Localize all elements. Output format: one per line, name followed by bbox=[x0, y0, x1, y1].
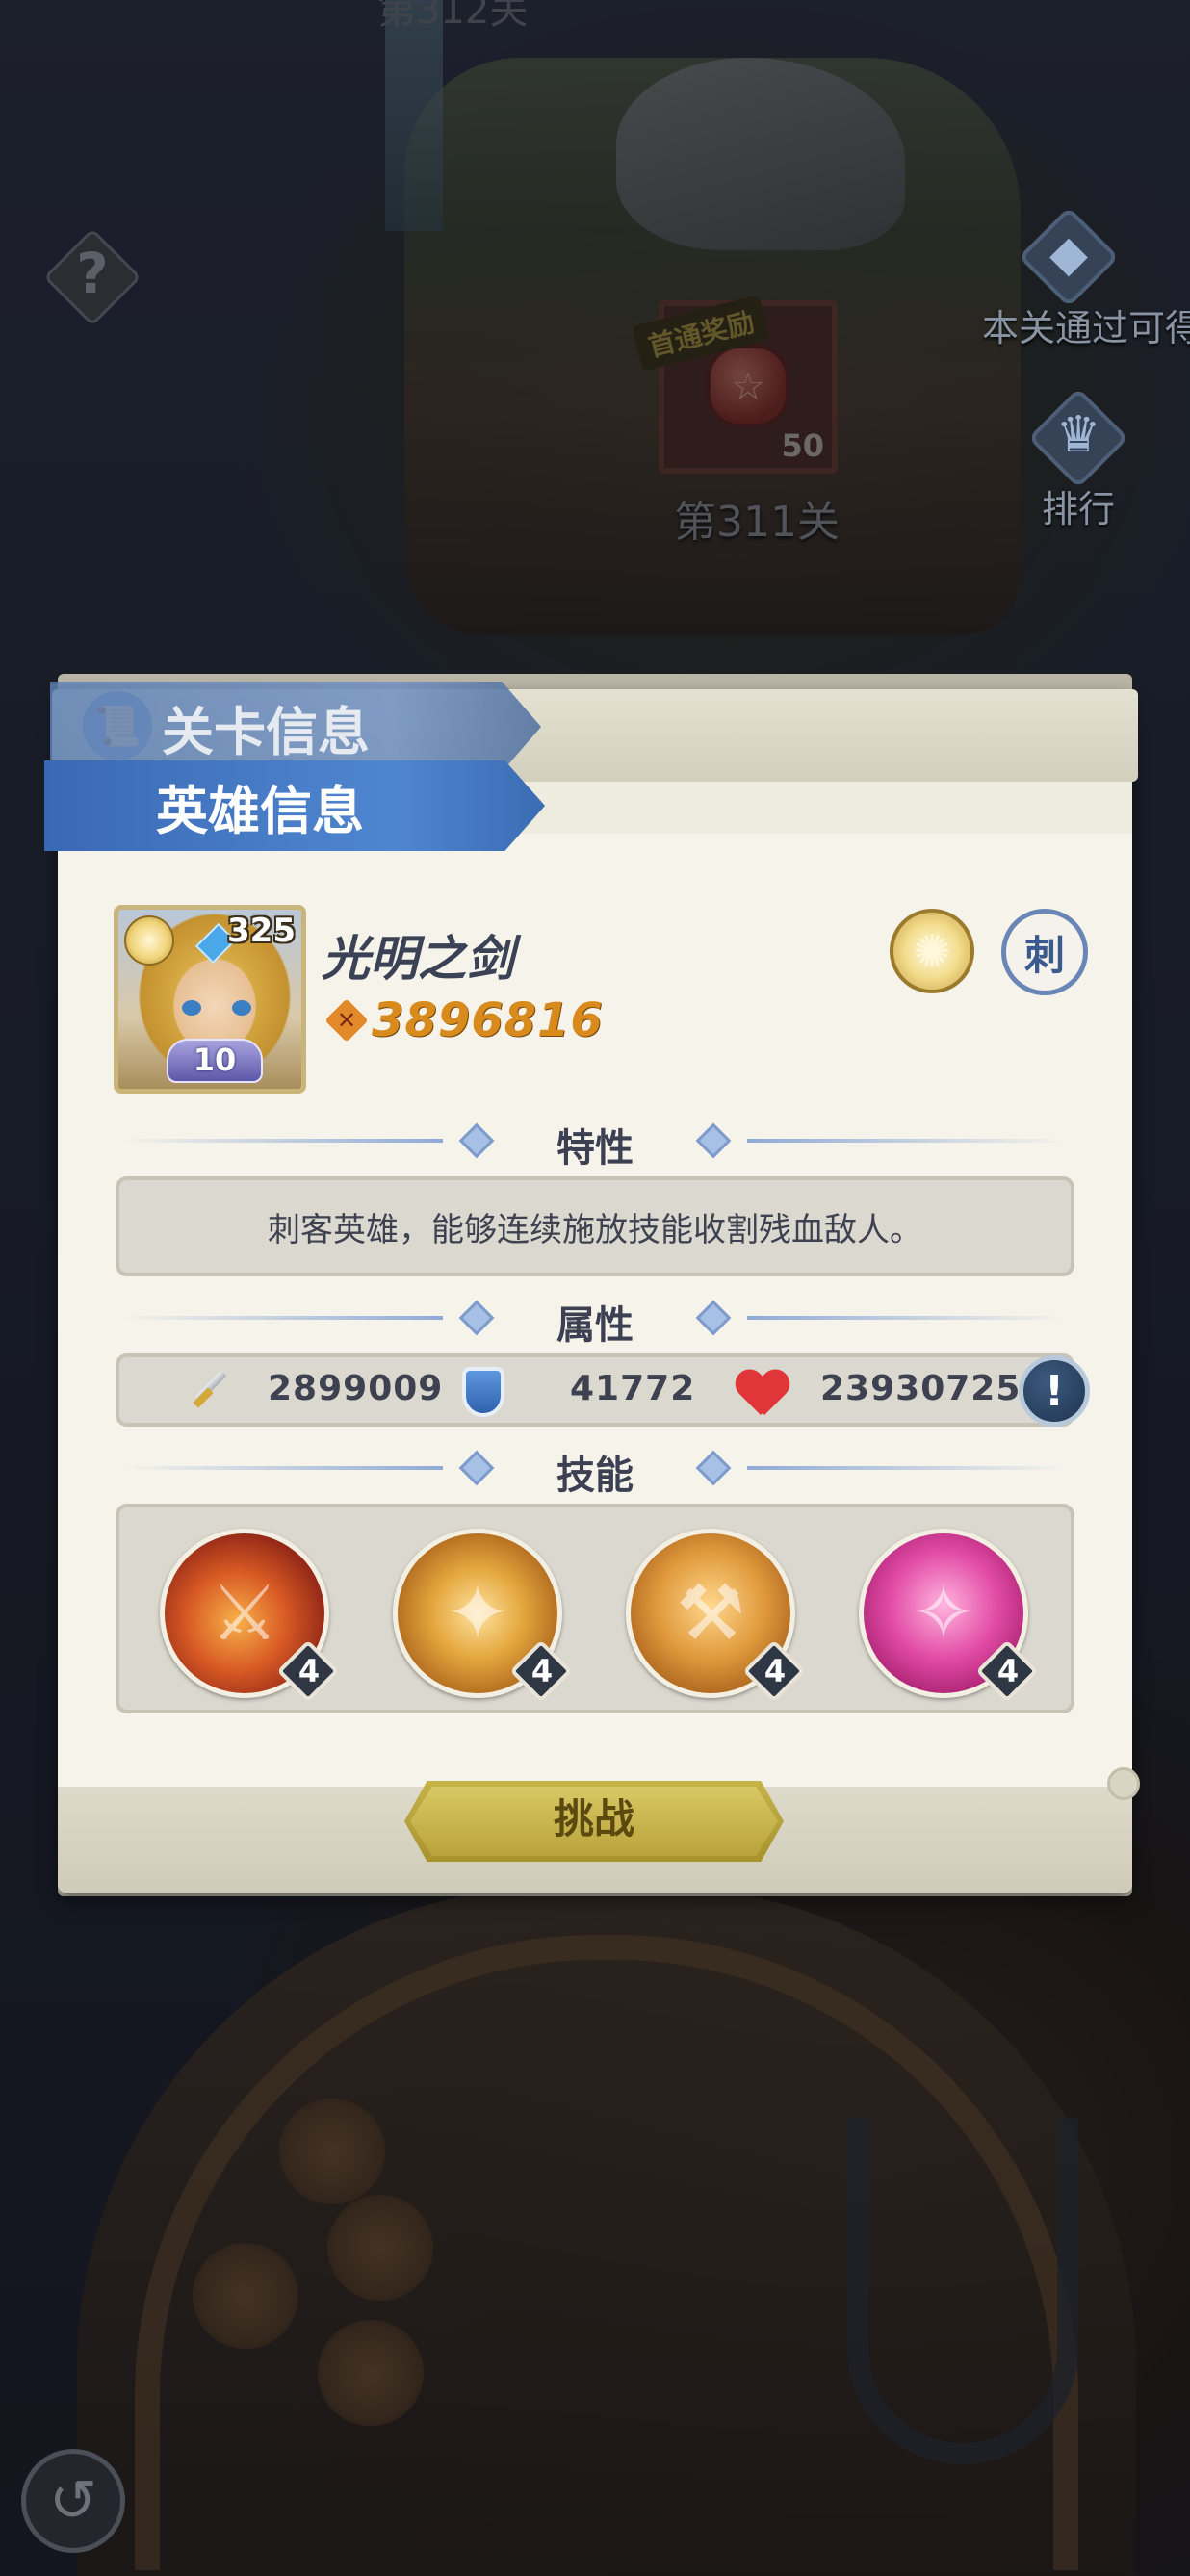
section-trait: 特性 bbox=[125, 1117, 1065, 1171]
back-button[interactable]: ↺ bbox=[21, 2449, 125, 2553]
hp-stat bbox=[736, 1371, 789, 1419]
defense-value: 41772 bbox=[570, 1369, 696, 1408]
hero-star-badge: 10 bbox=[167, 1039, 263, 1083]
defense-stat bbox=[462, 1367, 504, 1417]
exclamation-icon: ! bbox=[1044, 1366, 1065, 1416]
section-attributes: 属性 bbox=[125, 1294, 1065, 1348]
skill-buff-icon[interactable]: ✧ 4 bbox=[859, 1529, 1039, 1703]
trophy-icon: ♛ bbox=[1025, 385, 1131, 491]
help-button[interactable]: ? bbox=[42, 227, 142, 327]
skill-level-badge: 4 bbox=[742, 1639, 806, 1703]
challenge-label: 挑战 bbox=[553, 1795, 634, 1842]
attack-value: 2899009 bbox=[268, 1369, 444, 1408]
tab-stage-info-label: 关卡信息 bbox=[50, 682, 541, 772]
skill-level-badge: 4 bbox=[509, 1639, 573, 1703]
skill-claw-icon[interactable]: ⚒ 4 bbox=[626, 1529, 806, 1703]
stage-reward-button[interactable]: ◆ 本关通过可得 bbox=[982, 204, 1190, 351]
question-icon: ? bbox=[76, 241, 109, 306]
combat-power-value: 3896816 bbox=[372, 993, 604, 1047]
tab-hero-info-label: 英雄信息 bbox=[44, 760, 545, 851]
hero-portrait[interactable]: 325 10 bbox=[114, 905, 306, 1094]
hero-eyes bbox=[178, 1000, 255, 1016]
section-skills-title: 技能 bbox=[556, 1454, 634, 1498]
skill-level-badge: 4 bbox=[975, 1639, 1039, 1703]
scroll-curl bbox=[1107, 1767, 1140, 1800]
hero-name: 光明之剑 bbox=[322, 931, 514, 987]
skill-slash-icon[interactable]: ⚔ 4 bbox=[160, 1529, 340, 1703]
section-attributes-title: 属性 bbox=[556, 1303, 634, 1348]
skill-level-badge: 4 bbox=[276, 1639, 340, 1703]
ranking-button[interactable]: ♛ 排行 bbox=[992, 385, 1165, 532]
power-row: ✕ 3896816 bbox=[324, 993, 604, 1047]
tab-stage-info[interactable]: 📜 关卡信息 bbox=[50, 682, 541, 772]
heart-icon bbox=[736, 1371, 789, 1419]
hp-value: 23930725 bbox=[820, 1369, 1022, 1408]
tab-hero-info[interactable]: ♙ 英雄信息 bbox=[44, 760, 545, 851]
class-badge: 刺 bbox=[1001, 909, 1088, 995]
attack-value-wrap: 2899009 bbox=[268, 1369, 443, 1408]
shield-icon bbox=[462, 1367, 504, 1417]
hero-level: 325 bbox=[227, 912, 296, 950]
challenge-button[interactable]: 挑战 bbox=[404, 1781, 784, 1862]
trait-text: 刺客英雄，能够连续施放技能收割残血敌人。 bbox=[268, 1210, 922, 1249]
back-arrow-icon: ↺ bbox=[48, 2467, 98, 2535]
skill-whirlwind-icon[interactable]: ✦ 4 bbox=[393, 1529, 573, 1703]
stats-detail-button[interactable]: ! bbox=[1019, 1355, 1090, 1427]
attack-stat bbox=[183, 1365, 235, 1417]
section-trait-title: 特性 bbox=[556, 1126, 634, 1171]
class-badge-label: 刺 bbox=[1023, 931, 1065, 979]
sword-icon bbox=[183, 1365, 235, 1417]
element-sun-small-icon bbox=[124, 915, 174, 966]
stats-bar: 2899009 41772 23930725 bbox=[116, 1353, 1074, 1427]
hp-value-wrap: 23930725 bbox=[820, 1369, 1021, 1408]
combat-power-icon: ✕ bbox=[324, 998, 369, 1043]
section-skills: 技能 bbox=[125, 1444, 1065, 1498]
sun-icon: ✺ bbox=[890, 909, 974, 993]
trait-description: 刺客英雄，能够连续施放技能收割残血敌人。 bbox=[116, 1176, 1074, 1276]
diamond-icon: ◆ bbox=[1016, 204, 1122, 310]
defense-value-wrap: 41772 bbox=[570, 1369, 695, 1408]
